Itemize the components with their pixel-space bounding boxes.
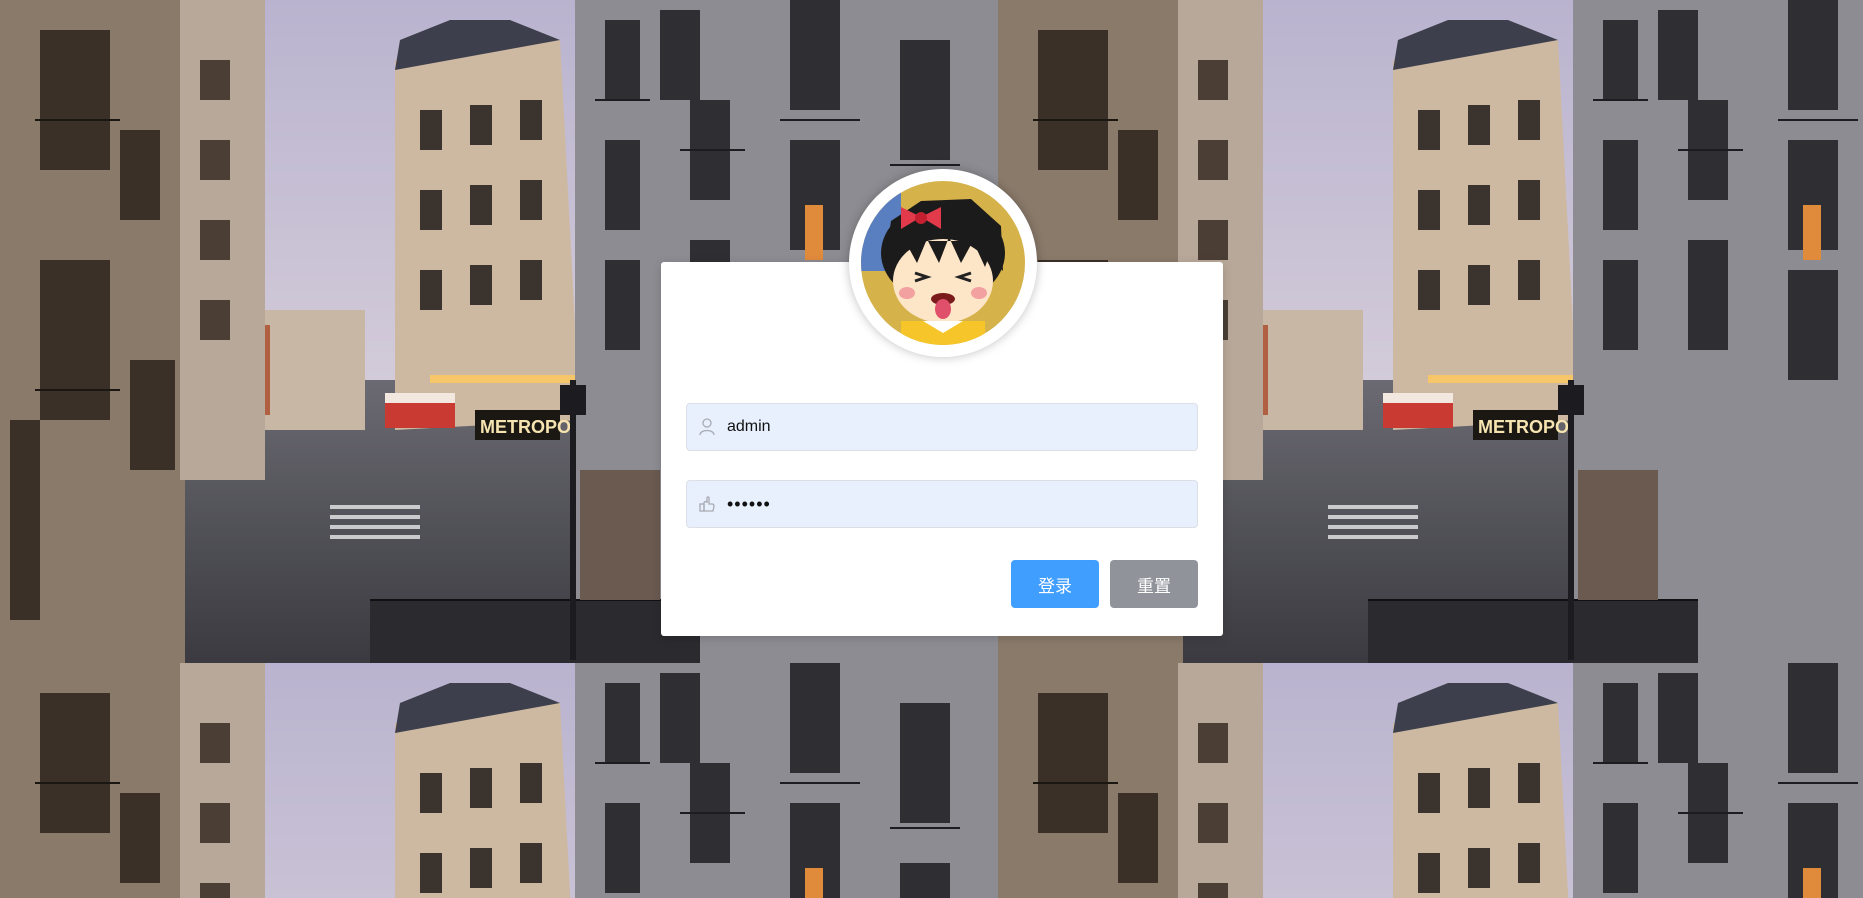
username-input[interactable] (727, 407, 1167, 447)
user-icon (687, 404, 727, 450)
password-field[interactable] (686, 480, 1198, 528)
username-field[interactable] (686, 403, 1198, 451)
password-input[interactable] (727, 484, 1167, 524)
reset-button[interactable]: 重置 (1110, 560, 1198, 608)
avatar (861, 181, 1025, 345)
login-button[interactable]: 登录 (1011, 560, 1099, 608)
lock-hand-icon (687, 481, 727, 527)
cartoon-girl-avatar-icon (861, 181, 1025, 345)
